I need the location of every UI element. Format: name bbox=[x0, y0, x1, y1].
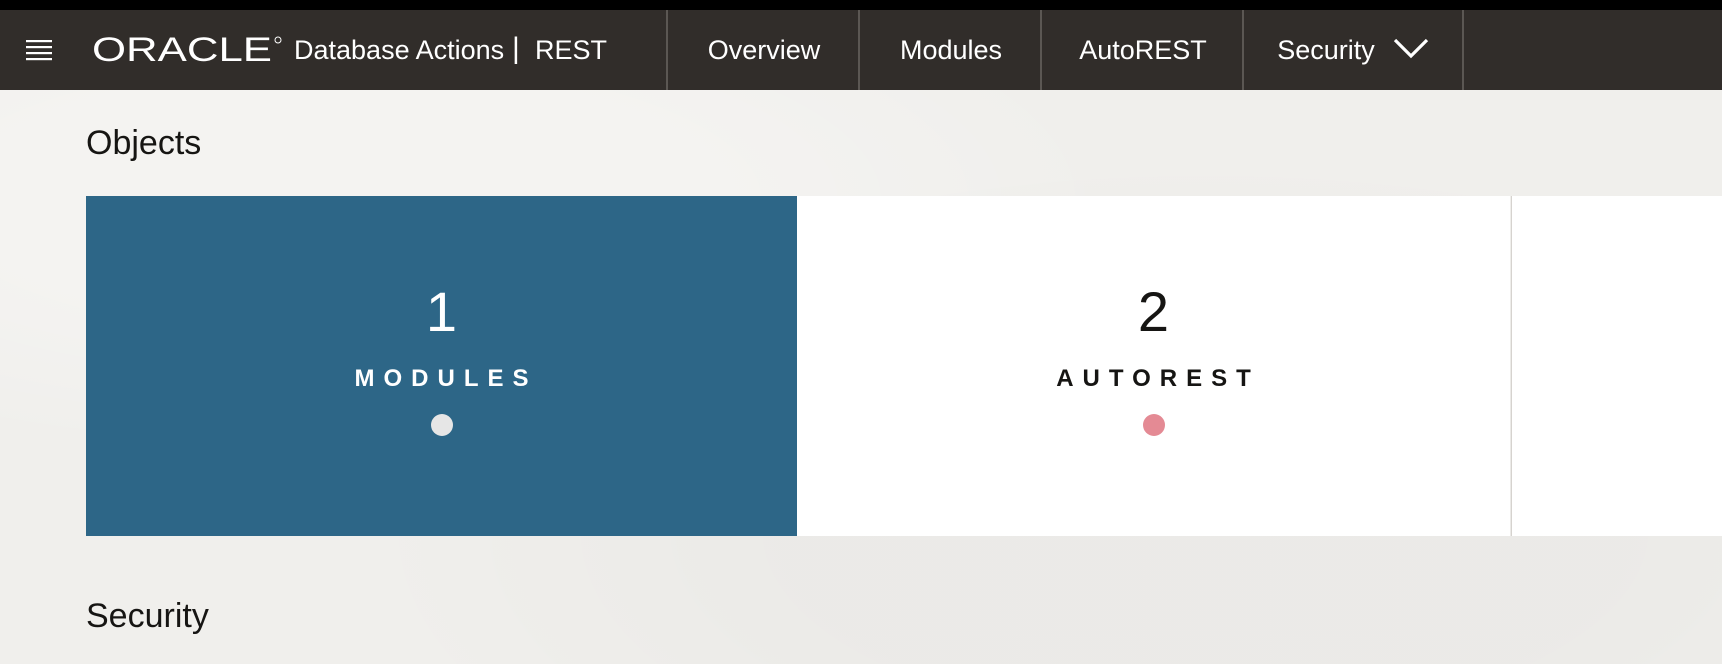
next-card-partial[interactable] bbox=[1511, 196, 1722, 536]
tab-security-label: Security bbox=[1277, 34, 1375, 65]
tab-autorest-label: AutoREST bbox=[1079, 34, 1207, 65]
tab-modules-label: Modules bbox=[899, 34, 1003, 65]
security-section-title: Security bbox=[86, 597, 209, 635]
autorest-card[interactable]: 2 AUTOREST bbox=[797, 196, 1510, 536]
app-name: Database Actions bbox=[294, 35, 505, 65]
modules-count: 1 bbox=[425, 280, 458, 343]
tab-overview[interactable]: Overview bbox=[666, 10, 860, 90]
autorest-indicator-dot bbox=[1142, 414, 1165, 436]
objects-section-title: Objects bbox=[86, 124, 202, 162]
app-section-name: REST bbox=[535, 35, 608, 65]
oracle-logo[interactable]: ORACLE bbox=[92, 34, 284, 64]
app-header: ORACLE Database Actions | REST Overview … bbox=[0, 10, 1722, 90]
tab-autorest[interactable]: AutoREST bbox=[1040, 10, 1244, 90]
modules-indicator-dot bbox=[430, 414, 453, 436]
autorest-label: AUTOREST bbox=[1056, 365, 1260, 392]
tab-modules[interactable]: Modules bbox=[858, 10, 1042, 90]
tab-overview-label: Overview bbox=[707, 34, 821, 65]
hamburger-icon[interactable] bbox=[26, 38, 52, 62]
title-separator: | bbox=[512, 32, 520, 65]
chevron-down-icon bbox=[1393, 35, 1429, 66]
window-top-strip bbox=[0, 0, 1722, 10]
tab-security[interactable]: Security bbox=[1242, 10, 1464, 90]
oracle-logo-text: ORACLE bbox=[92, 34, 272, 64]
autorest-count: 2 bbox=[1137, 280, 1170, 343]
modules-label: MODULES bbox=[354, 365, 538, 392]
modules-card[interactable]: 1 MODULES bbox=[86, 196, 797, 536]
